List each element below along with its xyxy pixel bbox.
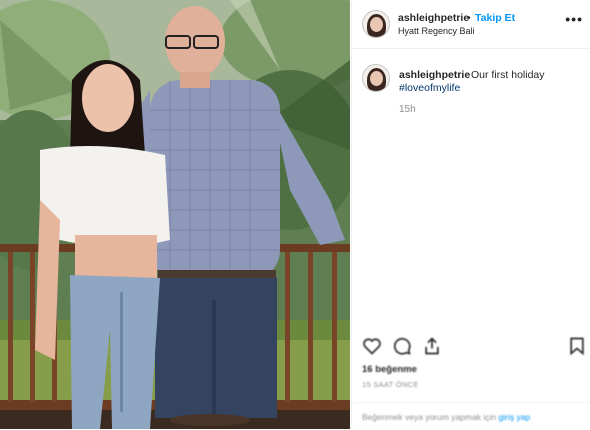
bookmark-icon[interactable] [567,336,587,356]
prompt-text: Beğenmek veya yorum yapmak için [362,412,497,422]
more-options-icon[interactable]: ••• [565,12,583,26]
comment-login-prompt: Beğenmek veya yorum yapmak için giriş ya… [362,412,530,422]
comment-login-bar: Beğenmek veya yorum yapmak için giriş ya… [352,402,590,430]
avatar[interactable] [362,10,390,38]
post-side-panel: ashleighpetrie • Takip Et Hyatt Regency … [351,0,590,429]
login-link[interactable]: giriş yap [499,412,531,422]
username-link[interactable]: ashleighpetrie [398,12,469,24]
post-photo[interactable] [0,0,350,429]
caption-username[interactable]: ashleighpetrie [399,69,470,81]
post-actions: 16 beğenme 15 SAAT ÖNCE Beğenmek veya yo… [352,330,590,429]
likes-count[interactable]: 16 beğenme [362,364,417,375]
location-link[interactable]: Hyatt Regency Bali [398,26,475,36]
hashtag-link[interactable]: #loveofmylife [399,82,460,94]
comment-icon[interactable] [392,336,412,356]
caption-text: Our first holiday [471,69,545,81]
caption-time: 15h [399,104,416,115]
post-time-ago: 15 SAAT ÖNCE [362,380,419,389]
avatar-face [370,71,383,86]
instagram-post: ashleighpetrie • Takip Et Hyatt Regency … [0,0,590,429]
couple-photo-illustration [0,0,350,429]
avatar-face [370,17,383,32]
share-icon[interactable] [422,336,442,356]
heart-icon[interactable] [362,336,382,356]
post-header: ashleighpetrie • Takip Et Hyatt Regency … [352,0,590,49]
separator-dot: • [467,12,471,24]
caption-avatar[interactable] [362,64,390,92]
follow-button[interactable]: Takip Et [475,12,515,24]
